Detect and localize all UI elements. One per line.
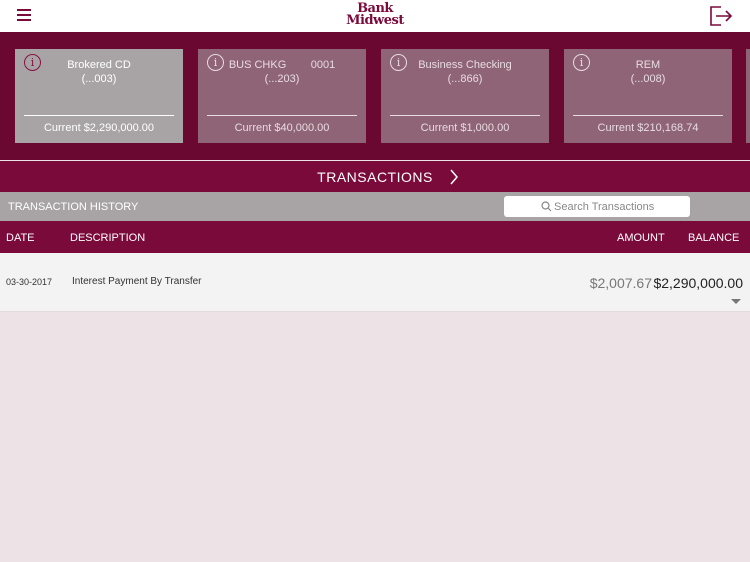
- transactions-bar[interactable]: TRANSACTIONS: [0, 161, 750, 192]
- search-input[interactable]: [554, 198, 684, 215]
- account-name: Business Checking: [418, 59, 512, 71]
- transaction-history-bar: TRANSACTION HISTORY: [0, 192, 750, 221]
- column-balance[interactable]: BALANCE: [688, 232, 739, 244]
- account-number: (...008): [630, 73, 666, 85]
- account-number: (...003): [81, 73, 117, 85]
- account-balance: Current $1,000.00: [420, 122, 510, 134]
- card-divider: [24, 115, 174, 116]
- account-card[interactable]: i Business Checking (...866) Current $1,…: [381, 49, 549, 143]
- history-title: TRANSACTION HISTORY: [8, 201, 139, 213]
- top-bar: Bank Midwest: [0, 0, 750, 32]
- account-card[interactable]: i BUS CHKG 0001 (...203) Current $40,000…: [198, 49, 366, 143]
- bank-logo: Bank Midwest: [0, 2, 750, 28]
- account-number: (...866): [447, 73, 483, 85]
- account-balance: Current $210,168.74: [597, 122, 699, 134]
- account-card-peek[interactable]: [746, 49, 750, 143]
- accounts-carousel[interactable]: i Brokered CD (...003) Current $2,290,00…: [0, 32, 750, 160]
- search-box[interactable]: [504, 196, 690, 217]
- row-date: 03-30-2017: [6, 277, 53, 287]
- account-card[interactable]: i REM (...008) Current $210,168.74: [564, 49, 732, 143]
- card-divider: [573, 115, 723, 116]
- account-balance: Current $40,000.00: [234, 122, 330, 134]
- account-number: (...203): [264, 73, 300, 85]
- caret-down-icon[interactable]: [731, 299, 741, 304]
- chevron-right-icon[interactable]: [449, 169, 459, 185]
- logo-line-2: Midwest: [346, 13, 404, 28]
- account-name: REM: [635, 59, 661, 71]
- card-divider: [207, 115, 357, 116]
- row-balance: $2,290,000.00: [653, 275, 743, 291]
- row-amount: $2,007.67: [589, 275, 652, 291]
- logout-icon[interactable]: [709, 5, 733, 27]
- account-card[interactable]: i Brokered CD (...003) Current $2,290,00…: [15, 49, 183, 143]
- account-balance: Current $2,290,000.00: [43, 122, 155, 134]
- column-header: DATE DESCRIPTION AMOUNT BALANCE: [0, 221, 750, 253]
- search-icon: [541, 201, 552, 212]
- transactions-label: TRANSACTIONS: [317, 169, 433, 185]
- column-date[interactable]: DATE: [6, 232, 35, 244]
- account-name: Brokered CD: [67, 59, 131, 71]
- column-description[interactable]: DESCRIPTION: [70, 232, 145, 244]
- card-divider: [390, 115, 540, 116]
- row-description: Interest Payment By Transfer: [72, 276, 202, 287]
- account-name: BUS CHKG 0001: [228, 59, 336, 71]
- table-row[interactable]: 03-30-2017 Interest Payment By Transfer …: [0, 253, 750, 312]
- column-amount[interactable]: AMOUNT: [617, 232, 665, 244]
